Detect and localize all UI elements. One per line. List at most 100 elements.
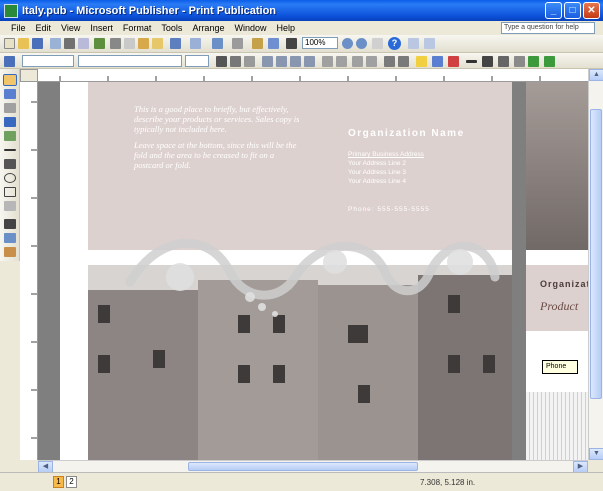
maximize-button[interactable]: □ xyxy=(564,2,581,19)
justify-icon[interactable] xyxy=(304,56,315,67)
scroll-down-button[interactable]: ▼ xyxy=(589,448,603,460)
spelling-icon[interactable] xyxy=(94,38,105,49)
menu-window[interactable]: Window xyxy=(229,23,271,33)
window-shutter xyxy=(358,385,370,403)
decrease-font-size-icon[interactable] xyxy=(398,56,409,67)
menu-edit[interactable]: Edit xyxy=(31,23,57,33)
font-select[interactable] xyxy=(78,55,182,67)
style-select[interactable] xyxy=(22,55,74,67)
line-icon[interactable] xyxy=(4,149,16,151)
open-icon[interactable] xyxy=(18,38,29,49)
text-box-icon[interactable] xyxy=(4,89,16,99)
paste-icon[interactable] xyxy=(138,38,149,49)
align-right-icon[interactable] xyxy=(290,56,301,67)
bring-to-front-icon[interactable] xyxy=(212,38,223,49)
help-search-input[interactable]: Type a question for help xyxy=(501,22,595,34)
page-2-button[interactable]: 2 xyxy=(66,476,77,488)
body-text-box[interactable]: This is a good place to briefly, but eff… xyxy=(134,104,304,176)
menu-view[interactable]: View xyxy=(56,23,85,33)
search-icon[interactable] xyxy=(50,38,61,49)
horizontal-scroll-thumb[interactable] xyxy=(188,462,418,471)
fill-color-icon[interactable] xyxy=(416,56,427,67)
font-color-icon[interactable] xyxy=(448,56,459,67)
print-icon[interactable] xyxy=(64,38,75,49)
hot-spot-icon[interactable] xyxy=(4,219,16,229)
bold-icon[interactable] xyxy=(216,56,227,67)
vertical-ruler[interactable] xyxy=(20,82,38,460)
minimize-button[interactable]: _ xyxy=(545,2,562,19)
zoom-in-icon[interactable] xyxy=(356,38,367,49)
horizontal-scrollbar[interactable]: ◀ ▶ xyxy=(38,460,588,473)
save-icon[interactable] xyxy=(32,38,43,49)
new-icon[interactable] xyxy=(4,38,15,49)
cut-icon[interactable] xyxy=(110,38,121,49)
address-block[interactable]: Primary Business Address Your Address Li… xyxy=(348,150,424,186)
organization-name[interactable]: Organization Name xyxy=(348,128,465,139)
arrow-icon[interactable] xyxy=(4,159,16,169)
task-pane-icon[interactable] xyxy=(408,38,419,49)
decorative-scroll-ornament[interactable] xyxy=(120,222,500,332)
form-control-icon[interactable] xyxy=(4,233,16,243)
redo-icon[interactable] xyxy=(190,38,201,49)
help-icon[interactable]: ? xyxy=(388,37,401,50)
increase-font-size-icon[interactable] xyxy=(384,56,395,67)
ruler-corner[interactable] xyxy=(20,69,38,82)
address-line-4: Your Address Line 4 xyxy=(348,178,406,185)
menu-arrange[interactable]: Arrange xyxy=(187,23,229,33)
wordart-icon[interactable] xyxy=(4,117,16,127)
menu-help[interactable]: Help xyxy=(271,23,300,33)
menu-format[interactable]: Format xyxy=(118,23,157,33)
line-style-icon[interactable] xyxy=(466,60,477,63)
format-painter-icon[interactable] xyxy=(152,38,163,49)
italic-icon[interactable] xyxy=(230,56,241,67)
autoshapes-icon[interactable] xyxy=(4,201,16,211)
insert-hyperlink-icon[interactable] xyxy=(252,38,263,49)
numbering-icon[interactable] xyxy=(322,56,333,67)
select-objects-icon[interactable] xyxy=(3,74,17,86)
table-icon[interactable] xyxy=(4,103,16,113)
styles-icon[interactable] xyxy=(4,56,15,67)
rotate-icon[interactable] xyxy=(232,38,243,49)
vertical-scroll-thumb[interactable] xyxy=(590,109,602,399)
publication-page[interactable]: This is a good place to briefly, but eff… xyxy=(60,82,512,460)
extra-options-icon[interactable] xyxy=(544,56,555,67)
phone-text[interactable]: Phone: 555-555-5555 xyxy=(348,206,430,213)
vertical-scrollbar[interactable]: ▲ ▼ xyxy=(588,69,603,460)
undo-icon[interactable] xyxy=(170,38,181,49)
zoom-select[interactable]: 100% xyxy=(302,37,338,49)
menu-insert[interactable]: Insert xyxy=(85,23,118,33)
design-gallery-object-icon[interactable] xyxy=(4,247,16,257)
dash-style-icon[interactable] xyxy=(482,56,493,67)
rectangle-icon[interactable] xyxy=(4,187,16,197)
whole-page-icon[interactable] xyxy=(372,38,383,49)
oval-icon[interactable] xyxy=(4,173,16,183)
window-controls: _ □ ✕ xyxy=(545,2,600,19)
font-size-select[interactable] xyxy=(185,55,209,67)
copy-icon[interactable] xyxy=(124,38,135,49)
align-left-icon[interactable] xyxy=(262,56,273,67)
align-center-icon[interactable] xyxy=(276,56,287,67)
publication-workspace[interactable]: This is a good place to briefly, but eff… xyxy=(38,82,588,460)
3d-style-icon[interactable] xyxy=(528,56,539,67)
increase-indent-icon[interactable] xyxy=(366,56,377,67)
adjacent-page-preview[interactable]: Organization Product Phone xyxy=(526,82,588,460)
close-button[interactable]: ✕ xyxy=(583,2,600,19)
publisher-app-icon[interactable] xyxy=(4,3,18,18)
menu-tools[interactable]: Tools xyxy=(156,23,187,33)
zoom-out-icon[interactable] xyxy=(342,38,353,49)
scroll-up-button[interactable]: ▲ xyxy=(589,69,603,81)
decrease-indent-icon[interactable] xyxy=(352,56,363,67)
design-gallery-icon[interactable] xyxy=(424,38,435,49)
underline-icon[interactable] xyxy=(244,56,255,67)
picture-frame-icon[interactable] xyxy=(4,131,16,141)
columns-icon[interactable] xyxy=(268,38,279,49)
bullets-icon[interactable] xyxy=(336,56,347,67)
shadow-style-icon[interactable] xyxy=(514,56,525,67)
horizontal-ruler[interactable] xyxy=(38,69,588,82)
menu-file[interactable]: File xyxy=(6,23,31,33)
print-preview-icon[interactable] xyxy=(78,38,89,49)
line-color-icon[interactable] xyxy=(432,56,443,67)
special-characters-icon[interactable] xyxy=(286,38,297,49)
page-1-button[interactable]: 1 xyxy=(53,476,64,488)
arrow-style-icon[interactable] xyxy=(498,56,509,67)
